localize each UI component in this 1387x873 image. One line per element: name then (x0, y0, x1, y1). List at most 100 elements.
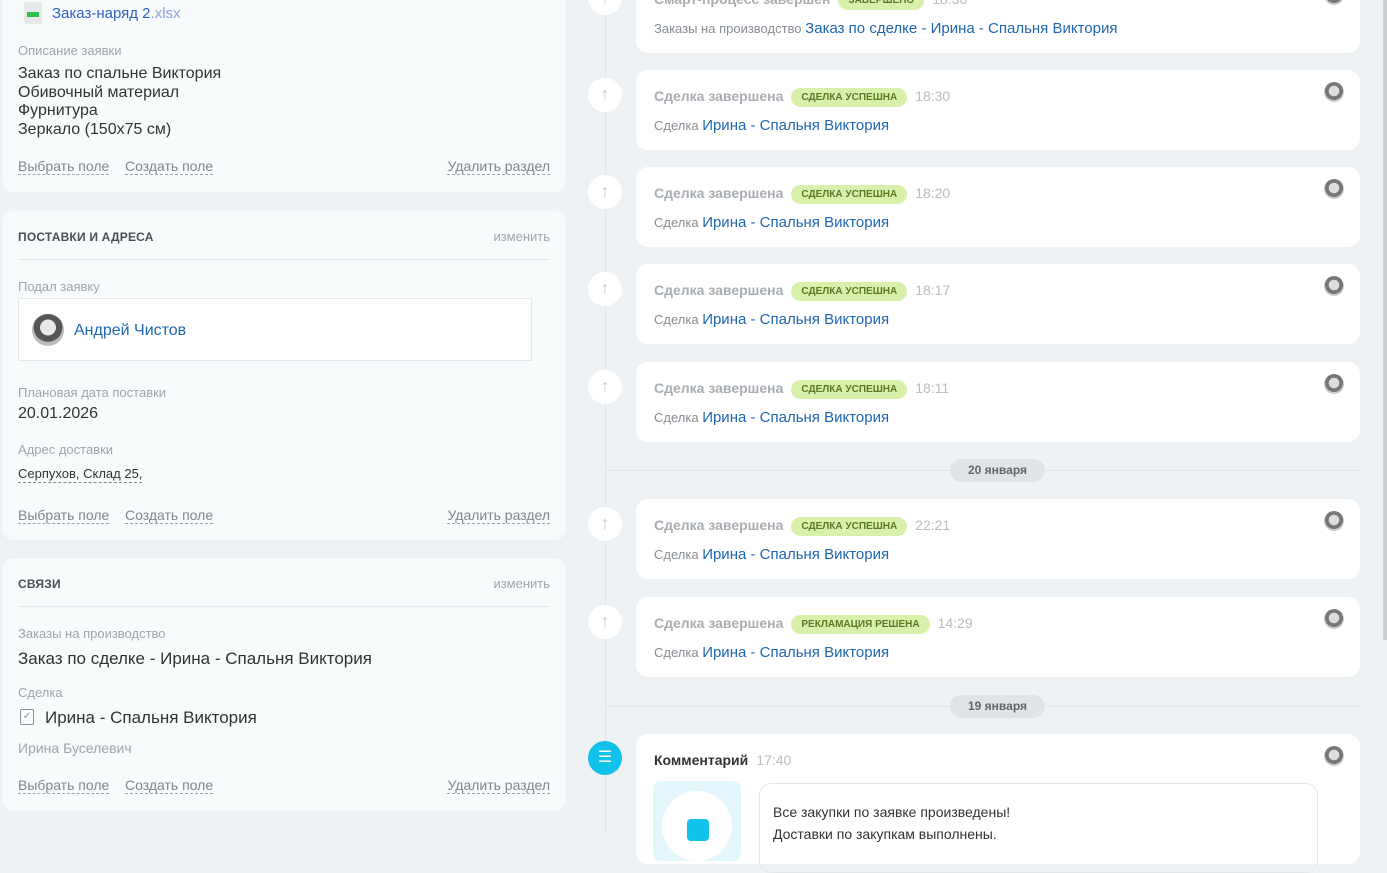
select-field-button[interactable]: Выбрать поле (18, 777, 110, 794)
item-link[interactable]: Ирина - Спальня Виктория (702, 117, 889, 134)
delete-section-button[interactable]: Удалить раздел (447, 158, 550, 175)
item-title: Сделка завершена (654, 517, 784, 533)
author-avatar[interactable] (1324, 746, 1344, 766)
arrow-up-icon: ↑ (588, 507, 622, 541)
day-label: 19 января (950, 695, 1045, 718)
comment-item: Комментарий 17:40 Все закупки по заявке п… (636, 734, 1360, 873)
item-title: Сделка завершена (654, 185, 784, 201)
status-badge: ЗАВЕРШЕНО (838, 0, 925, 10)
comment-icon: ☰ (588, 741, 622, 775)
user-field[interactable]: Андрей Чистов (18, 298, 532, 361)
timeline-item: Смарт-процесс завершен ЗАВЕРШЕНО 18:36 Зак… (636, 0, 1360, 53)
contact-name[interactable]: Ирина Буселевич (18, 740, 132, 756)
status-badge: СДЕЛКА УСПЕШНА (791, 282, 908, 301)
orders-label: Заказы на производство (18, 626, 166, 641)
change-button[interactable]: изменить (493, 229, 550, 244)
item-title: Сделка завершена (654, 282, 784, 298)
item-link[interactable]: Ирина - Спальня Виктория (702, 214, 889, 231)
item-prefix: Сделка (654, 118, 699, 133)
item-time: 18:17 (915, 282, 951, 298)
comment-doc-icon (687, 819, 709, 841)
item-prefix: Сделка (654, 547, 699, 562)
deal-icon: ✓ (20, 709, 34, 725)
item-title: Сделка завершена (654, 615, 784, 631)
item-link[interactable]: Заказ по сделке - Ирина - Спальня Виктор… (805, 20, 1117, 37)
comment-thumb (653, 781, 741, 861)
order-link[interactable]: Заказ по сделке - Ирина - Спальня Виктор… (18, 649, 372, 669)
item-link[interactable]: Ирина - Спальня Виктория (702, 409, 889, 426)
file-link[interactable]: Заказ-наряд 2.xlsx (52, 5, 181, 22)
deal-label: Сделка (18, 685, 63, 700)
date-label: Плановая дата поставки (18, 385, 167, 400)
author-avatar[interactable] (1324, 374, 1344, 394)
item-time: 22:21 (915, 517, 951, 533)
item-prefix: Заказы на производство (654, 21, 802, 36)
change-button[interactable]: изменить (493, 576, 550, 591)
comment-body: Все закупки по заявке произведены! Достав… (759, 783, 1318, 873)
timeline-item: Сделка завершена СДЕЛКА УСПЕШНА 18:30 Сдел… (636, 70, 1360, 150)
avatar (32, 314, 64, 346)
status-badge: СДЕЛКА УСПЕШНА (791, 88, 908, 107)
timeline-item: Сделка завершена СДЕЛКА УСПЕШНА 18:20 Сдел… (636, 167, 1360, 247)
delete-section-button[interactable]: Удалить раздел (447, 777, 550, 794)
day-label: 20 января (950, 459, 1045, 482)
description-text: Заказ по спальне Виктория Обивочный матер… (18, 65, 222, 139)
timeline-item: Сделка завершена СДЕЛКА УСПЕШНА 18:17 Сдел… (636, 264, 1360, 344)
item-prefix: Сделка (654, 312, 699, 327)
description-label: Описание заявки (18, 43, 122, 58)
item-title: Смарт-процесс завершен (654, 0, 830, 7)
status-badge: СДЕЛКА УСПЕШНА (791, 517, 908, 536)
scrollbar[interactable] (1383, 0, 1387, 640)
user-name-link[interactable]: Андрей Чистов (74, 322, 186, 340)
links-card: СВЯЗИ изменить Заказы на производство За… (2, 558, 566, 811)
xlsx-file-icon (24, 2, 42, 24)
delivery-date: 20.01.2026 (18, 405, 99, 422)
author-avatar[interactable] (1324, 276, 1344, 296)
item-link[interactable]: Ирина - Спальня Виктория (702, 644, 889, 661)
timeline-item: Сделка завершена СДЕЛКА УСПЕШНА 22:21 Сдел… (636, 499, 1360, 579)
arrow-up-icon: ↑ (588, 0, 622, 15)
delivery-address[interactable]: Серпухов, Склад 25, (18, 465, 143, 483)
status-badge: СДЕЛКА УСПЕШНА (791, 380, 908, 399)
submitted-label: Подал заявку (18, 279, 100, 294)
item-time: 18:11 (915, 380, 950, 396)
status-badge: РЕКЛАМАЦИЯ РЕШЕНА (791, 615, 930, 634)
arrow-up-icon: ↑ (588, 175, 622, 209)
select-field-button[interactable]: Выбрать поле (18, 507, 110, 524)
select-field-button[interactable]: Выбрать поле (18, 158, 110, 175)
comment-time: 17:40 (756, 752, 792, 768)
item-time: 14:29 (937, 615, 973, 631)
arrow-up-icon: ↑ (588, 272, 622, 306)
files-card: Заказ-наряд 2.xlsx Описание заявки Заказ… (2, 0, 566, 192)
item-prefix: Сделка (654, 645, 699, 660)
create-field-button[interactable]: Создать поле (125, 777, 214, 794)
item-time: 18:20 (915, 185, 951, 201)
delivery-card: ПОСТАВКИ И АДРЕСА изменить Подал заявку … (2, 211, 566, 540)
divider (18, 259, 550, 260)
comment-title: Комментарий (654, 752, 749, 768)
status-badge: СДЕЛКА УСПЕШНА (791, 185, 908, 204)
address-label: Адрес доставки (18, 442, 114, 457)
delete-section-button[interactable]: Удалить раздел (447, 507, 550, 524)
author-avatar[interactable] (1324, 179, 1344, 199)
item-time: 18:30 (915, 88, 951, 104)
item-link[interactable]: Ирина - Спальня Виктория (702, 311, 889, 328)
item-title: Сделка завершена (654, 88, 784, 104)
item-time: 18:36 (932, 0, 967, 7)
author-avatar[interactable] (1324, 609, 1344, 629)
author-avatar[interactable] (1324, 82, 1344, 102)
item-prefix: Сделка (654, 215, 699, 230)
create-field-button[interactable]: Создать поле (125, 158, 214, 175)
timeline-line (605, 0, 606, 834)
author-avatar[interactable] (1324, 0, 1344, 5)
item-link[interactable]: Ирина - Спальня Виктория (702, 546, 889, 563)
item-prefix: Сделка (654, 410, 699, 425)
create-field-button[interactable]: Создать поле (125, 507, 214, 524)
author-avatar[interactable] (1324, 511, 1344, 531)
timeline-item: Сделка завершена СДЕЛКА УСПЕШНА 18:11 Сдел… (636, 362, 1360, 442)
arrow-up-icon: ↑ (588, 370, 622, 404)
deal-link[interactable]: Ирина - Спальня Виктория (45, 708, 257, 728)
divider (18, 606, 550, 607)
item-title: Сделка завершена (654, 380, 784, 396)
arrow-up-icon: ↑ (588, 78, 622, 112)
